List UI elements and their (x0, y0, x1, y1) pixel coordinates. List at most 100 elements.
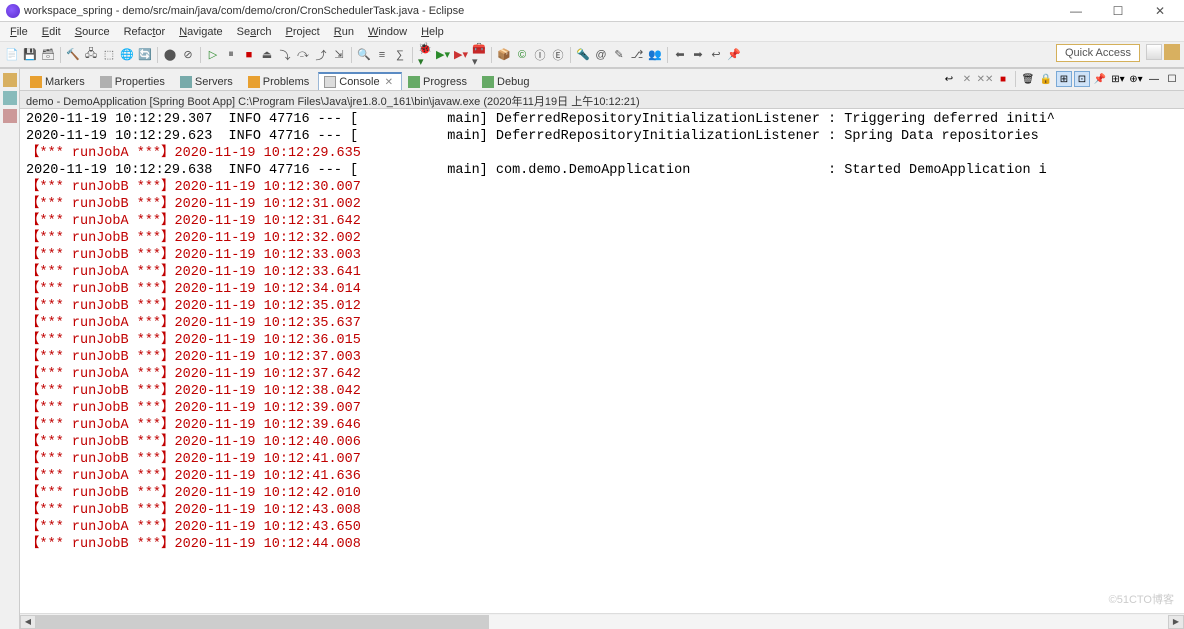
pin-console-icon[interactable]: 📌 (1092, 71, 1108, 87)
menu-help[interactable]: Help (415, 24, 450, 40)
scroll-thumb[interactable] (36, 615, 489, 629)
remove-launch-icon[interactable]: ✕ (959, 71, 975, 87)
open-perspective-icon[interactable] (1146, 44, 1162, 60)
close-tab-icon[interactable]: ✕ (385, 77, 393, 88)
tab-problems[interactable]: Problems (242, 73, 318, 90)
java-perspective-icon[interactable] (1164, 44, 1180, 60)
menu-bar: File Edit Source Refactor Navigate Searc… (0, 22, 1184, 42)
globe-icon[interactable]: 🌐 (119, 47, 135, 63)
pin-icon[interactable]: 📌 (726, 47, 742, 63)
display-selected-icon[interactable]: ⊞▾ (1110, 71, 1126, 87)
menu-run[interactable]: Run (328, 24, 360, 40)
restore-view-icon[interactable] (3, 109, 17, 123)
console-output[interactable]: 2020-11-19 10:12:29.307 INFO 47716 --- [… (20, 109, 1184, 613)
terminate-icon[interactable]: ■ (995, 71, 1011, 87)
expressions-icon[interactable]: ∑ (392, 47, 408, 63)
save-icon[interactable]: 💾 (22, 47, 38, 63)
build-icon[interactable]: 🔨 (65, 47, 81, 63)
search-icon[interactable]: 🔦 (575, 47, 591, 63)
skip-bp-icon[interactable]: ⊘ (180, 47, 196, 63)
new-icon[interactable]: 📄 (4, 47, 20, 63)
step-into-icon[interactable]: ⤵ (277, 47, 293, 63)
scroll-lock-icon[interactable]: 🔒 (1038, 71, 1054, 87)
console-line: 【*** runJobB ***】2020-11-19 10:12:41.007 (26, 451, 1178, 468)
console-line: 【*** runJobA ***】2020-11-19 10:12:37.642 (26, 366, 1178, 383)
menu-navigate[interactable]: Navigate (173, 24, 228, 40)
debug-dropdown-icon[interactable]: 🐞▾ (417, 47, 433, 63)
quick-access[interactable]: Quick Access (1056, 44, 1140, 62)
console-line: 【*** runJobA ***】2020-11-19 10:12:41.636 (26, 468, 1178, 485)
menu-search[interactable]: Search (231, 24, 278, 40)
team-icon[interactable]: 👥 (647, 47, 663, 63)
pause-icon[interactable]: ⏸ (223, 47, 239, 63)
git-icon[interactable]: ⎇ (629, 47, 645, 63)
open-type-icon[interactable]: 🔍 (356, 47, 372, 63)
drop-frame-icon[interactable]: ⇲ (331, 47, 347, 63)
perspective-switcher (1146, 44, 1180, 60)
toggle-icon[interactable]: ⬚ (101, 47, 117, 63)
show-console-err-icon[interactable]: ⊡ (1074, 71, 1090, 87)
ext-tools-icon[interactable]: 🧰▾ (471, 47, 487, 63)
new-interface-icon[interactable]: Ⓘ (532, 47, 548, 63)
back-icon[interactable]: ⬅ (672, 47, 688, 63)
clear-console-icon[interactable]: 🗑 (1020, 71, 1036, 87)
separator (351, 47, 352, 63)
resume-icon[interactable]: ▷ (205, 47, 221, 63)
menu-project[interactable]: Project (280, 24, 326, 40)
show-console-icon[interactable]: ⊞ (1056, 71, 1072, 87)
breakpoint-icon[interactable]: ⬤ (162, 47, 178, 63)
toggle-wrap-icon[interactable]: ↩ (941, 71, 957, 87)
refresh-icon[interactable]: 🔄 (137, 47, 153, 63)
remove-all-icon[interactable]: ✕✕ (977, 71, 993, 87)
console-line: 【*** runJobB ***】2020-11-19 10:12:38.042 (26, 383, 1178, 400)
open-console-icon[interactable]: ⊕▾ (1128, 71, 1144, 87)
console-line: 【*** runJobB ***】2020-11-19 10:12:32.002 (26, 230, 1178, 247)
maximize-button[interactable]: ☐ (1104, 4, 1132, 18)
minimize-view-icon[interactable]: — (1146, 71, 1162, 87)
menu-file[interactable]: File (4, 24, 34, 40)
menu-source[interactable]: Source (69, 24, 116, 40)
restore-view-icon[interactable] (3, 73, 17, 87)
task-icon[interactable]: ✎ (611, 47, 627, 63)
restore-view-icon[interactable] (3, 91, 17, 105)
step-over-icon[interactable]: ⤼ (295, 47, 311, 63)
coverage-icon[interactable]: ▶▾ (453, 47, 469, 63)
tab-progress[interactable]: Progress (402, 73, 476, 90)
minimize-button[interactable]: — (1062, 4, 1090, 18)
tab-console[interactable]: Console✕ (318, 72, 402, 90)
console-line: 【*** runJobB ***】2020-11-19 10:12:43.008 (26, 502, 1178, 519)
forward-icon[interactable]: ➡ (690, 47, 706, 63)
save-all-icon[interactable]: 🗃 (40, 47, 56, 63)
tab-properties[interactable]: Properties (94, 73, 174, 90)
scroll-track[interactable] (36, 615, 1168, 629)
tab-markers[interactable]: Markers (24, 73, 94, 90)
markers-icon (30, 76, 42, 88)
tab-debug[interactable]: Debug (476, 73, 538, 90)
menu-refactor[interactable]: Refactor (118, 24, 172, 40)
last-edit-icon[interactable]: ↩ (708, 47, 724, 63)
scroll-left-icon[interactable]: ◀ (20, 615, 36, 629)
new-enum-icon[interactable]: Ⓔ (550, 47, 566, 63)
separator (491, 47, 492, 63)
new-class-icon[interactable]: © (514, 47, 530, 63)
menu-window[interactable]: Window (362, 24, 413, 40)
new-package-icon[interactable]: 📦 (496, 47, 512, 63)
disconnect-icon[interactable]: ⏏ (259, 47, 275, 63)
tab-servers[interactable]: Servers (174, 73, 242, 90)
console-line: 【*** runJobB ***】2020-11-19 10:12:30.007 (26, 179, 1178, 196)
run-dropdown-icon[interactable]: ▶▾ (435, 47, 451, 63)
servers-icon[interactable]: 🖧 (83, 47, 99, 63)
console-line: 2020-11-19 10:12:29.623 INFO 47716 --- [… (26, 128, 1178, 145)
h-scrollbar[interactable]: ◀ ▶ (20, 613, 1184, 629)
step-return-icon[interactable]: ⤴ (313, 47, 329, 63)
close-button[interactable]: ✕ (1146, 4, 1174, 18)
annotations-icon[interactable]: @ (593, 47, 609, 63)
console-line: 【*** runJobB ***】2020-11-19 10:12:35.012 (26, 298, 1178, 315)
scroll-right-icon[interactable]: ▶ (1168, 615, 1184, 629)
console-line: 【*** runJobB ***】2020-11-19 10:12:31.002 (26, 196, 1178, 213)
stop-icon[interactable]: ■ (241, 47, 257, 63)
menu-edit[interactable]: Edit (36, 24, 67, 40)
maximize-view-icon[interactable]: ☐ (1164, 71, 1180, 87)
console-line: 【*** runJobB ***】2020-11-19 10:12:44.008 (26, 536, 1178, 553)
variables-icon[interactable]: ≡ (374, 47, 390, 63)
